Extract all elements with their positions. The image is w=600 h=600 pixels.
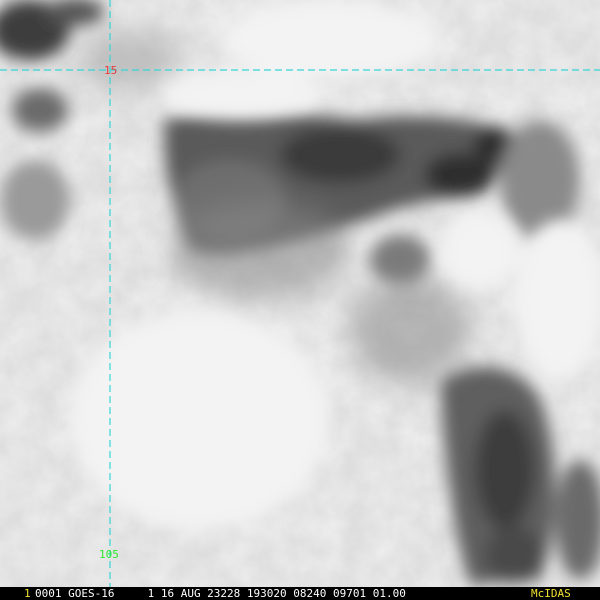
frame-number: 1 (24, 587, 31, 600)
satellite-image-viewport[interactable]: 15 105 (0, 0, 600, 600)
latitude-label: 15 (104, 64, 117, 77)
mcidas-status-bar: 1 0001 GOES-16 1 16 AUG 23228 193020 082… (0, 587, 600, 600)
satellite-visible-imagery: 15 105 (0, 0, 600, 600)
image-info-text: 0001 GOES-16 1 16 AUG 23228 193020 08240… (35, 587, 406, 600)
longitude-label: 105 (99, 548, 119, 561)
mcidas-logo: McIDAS (531, 587, 571, 600)
